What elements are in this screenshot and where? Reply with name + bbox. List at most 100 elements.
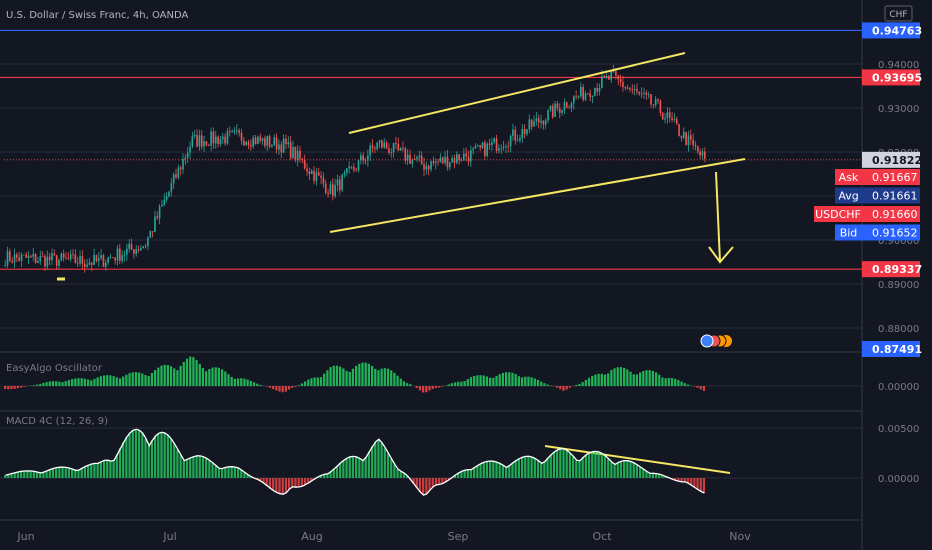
macd-histogram-bar [220,468,224,478]
quote-row-bid[interactable]: Bid 0.91652 [835,224,920,241]
candle-body [100,255,102,259]
oscillator-bar [345,370,348,386]
oscillator-bar [58,381,61,386]
macd-histogram-bar [495,462,498,478]
macd-histogram-bar [55,467,58,478]
candle-body [18,257,21,261]
trading-chart[interactable]: 0.940000.930000.920000.910000.900000.890… [0,0,932,550]
oscillator-bar [259,384,262,386]
candle-body [406,154,409,161]
candle-body [605,75,608,78]
macd-histogram-bar [163,433,166,478]
candle-body [79,255,81,264]
quote-row-ask[interactable]: Ask 0.91667 [835,169,920,185]
candle-body [427,165,430,170]
macd-histogram-bar [236,468,240,478]
last-close-label[interactable]: 0.91822 [862,151,922,168]
macd-histogram-bar [189,457,192,478]
candle-body [317,172,320,176]
price-tick-label: 0.89000 [878,280,919,291]
oscillator-bar [42,382,45,386]
macd-histogram-bar [153,436,157,478]
quote-value: 0.91661 [872,190,918,203]
candle-body [680,135,683,138]
oscillator-bar [284,386,288,392]
candle-body [331,183,334,197]
candle-body [594,87,596,96]
events-flags-icon[interactable] [700,334,732,348]
macd-histogram-bar [300,478,303,487]
candle-body [498,148,500,151]
macd-histogram-bar [619,461,623,478]
oscillator-bar [96,377,99,386]
oscillator-bar [536,379,540,386]
candle-body [381,140,383,148]
oscillator-bar [195,360,198,386]
macd-histogram-bar [559,448,562,478]
candle-body [404,148,407,161]
level-high-label[interactable]: 0.94763 [862,22,922,39]
oscillator-bar [670,378,674,386]
candle-body [696,146,699,152]
macd-histogram-bar [109,461,112,478]
candle-body [179,167,182,170]
candle-body [701,151,704,156]
oscillator-bar [307,379,310,386]
macd-histogram-bar [355,456,358,478]
macd-histogram-bar [26,470,29,478]
oscillator-bar [150,373,154,386]
oscillator-bar [115,377,118,386]
oscillator-bar [201,368,205,386]
oscillator-bar [485,376,489,386]
macd-histogram-bar [23,470,26,478]
oscillator-bar [457,381,460,386]
macd-histogram-bar [80,468,83,478]
level-low-label[interactable]: 0.87491 [862,341,922,357]
oscillator-bar [374,368,377,386]
oscillator-bar [520,377,524,386]
level-support-label[interactable]: 0.89337 [862,261,922,278]
candle-body [671,117,673,120]
candle-body [357,160,360,171]
quote-row-usdchf[interactable]: USDCHF 0.91660 [814,206,920,222]
macd-histogram-bar [291,478,294,487]
macd-histogram-bar [383,447,386,478]
candle-body [205,141,208,145]
macd-histogram-bar [591,451,594,478]
candle-body [177,167,180,178]
candle-body [395,142,397,144]
macd-histogram-bar [198,455,201,478]
candle-body [652,104,655,106]
candle-body [198,135,201,147]
oscillator-bar [635,374,639,386]
macd-histogram-bar [632,462,635,478]
oscillator-bar [272,386,275,390]
oscillator-bar [134,372,138,386]
candle-body [673,119,676,120]
macd-histogram-bar [517,458,520,478]
candle-body [682,131,685,138]
level-resistance-label[interactable]: 0.93695 [862,69,922,86]
macd-histogram-bar [431,478,434,487]
macd-histogram-bar [651,473,654,478]
oscillator-bar [616,367,619,386]
candle-body [310,170,313,174]
macd-histogram-bar [71,469,74,478]
macd-histogram-bar [284,478,288,493]
candle-body [390,152,393,154]
oscillator-bar [638,372,642,386]
candle-body [491,142,493,146]
macd-histogram-bar [434,478,438,485]
candle-body [423,163,425,170]
oscillator-bar [64,381,67,386]
quote-row-avg[interactable]: Avg 0.91661 [835,187,920,204]
candle-body [329,183,332,195]
oscillator-bar [476,375,479,386]
oscillator-bar [693,386,696,387]
candle-body [243,140,245,146]
candle-body [9,251,11,262]
oscillator-bar [495,375,498,386]
candle-body [13,254,16,263]
candle-body [418,155,421,158]
candle-body [704,151,706,159]
